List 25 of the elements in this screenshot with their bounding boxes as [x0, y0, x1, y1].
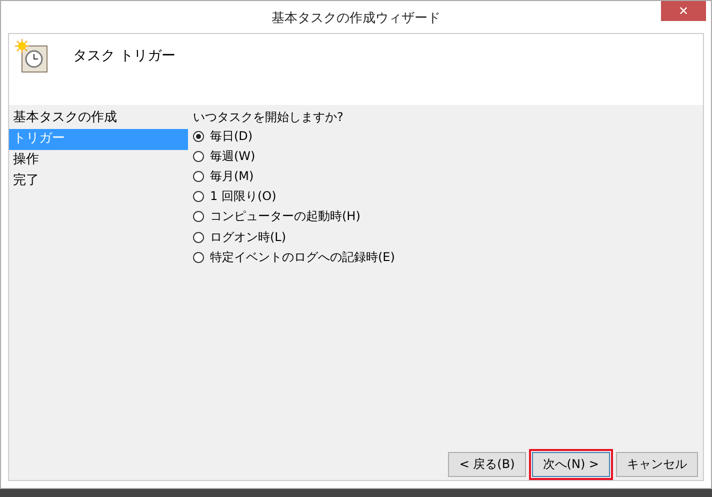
radio-button[interactable] [193, 150, 204, 162]
radio-label[interactable]: ログオン時(L) [210, 228, 286, 246]
page-heading: タスク トリガー [73, 47, 176, 65]
close-button[interactable]: ✕ [661, 1, 706, 21]
dialog-button[interactable]: キャンセル [616, 452, 698, 477]
radio-button[interactable] [193, 232, 204, 243]
radio-button[interactable] [193, 130, 204, 142]
dialog-button[interactable]: < 戻る(B) [448, 452, 526, 477]
radio-label[interactable]: コンピューターの起動時(H) [210, 208, 360, 226]
dialog-button[interactable]: 次へ(N) > [532, 452, 610, 477]
radio-label[interactable]: 1 回限り(O) [210, 188, 276, 206]
wizard-step[interactable]: 完了 [9, 171, 188, 192]
radio-label[interactable]: 特定イベントのログへの記録時(E) [210, 248, 395, 266]
wizard-step[interactable]: 操作 [9, 150, 188, 171]
question-text: いつタスクを開始しますか? [193, 109, 344, 126]
radio-label[interactable]: 毎日(D) [210, 128, 253, 145]
radio-label[interactable]: 毎週(W) [210, 148, 256, 165]
window-title: 基本タスクの作成ウィザード [272, 10, 440, 27]
wizard-step[interactable]: 基本タスクの作成 [9, 108, 188, 129]
radio-button[interactable] [193, 252, 204, 263]
clock-icon [15, 39, 49, 75]
radio-button[interactable] [193, 211, 204, 222]
radio-button[interactable] [193, 170, 204, 182]
radio-label[interactable]: 毎月(M) [210, 168, 254, 185]
radio-button[interactable] [193, 191, 204, 202]
